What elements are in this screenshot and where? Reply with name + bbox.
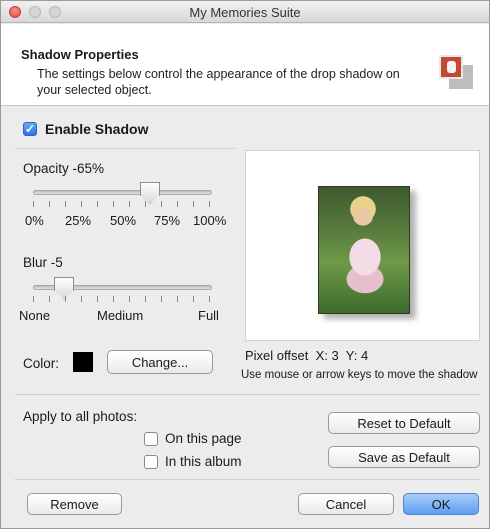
cancel-button[interactable]: Cancel <box>298 493 394 515</box>
change-color-button[interactable]: Change... <box>107 350 213 374</box>
shadow-properties-window: My Memories Suite Shadow Properties The … <box>0 0 490 529</box>
ok-button[interactable]: OK <box>403 493 479 515</box>
opacity-tick-75: 75% <box>154 213 181 228</box>
apply-to-all-label: Apply to all photos: <box>23 409 138 424</box>
opacity-tick-0: 0% <box>25 213 44 228</box>
divider <box>15 394 480 395</box>
blur-label: Blur -5 <box>23 255 63 270</box>
offset-x-label: X: <box>315 348 328 363</box>
in-this-album-option[interactable]: In this album <box>144 454 242 469</box>
enable-shadow-label: Enable Shadow <box>45 121 149 137</box>
header-panel: Shadow Properties The settings below con… <box>1 24 489 106</box>
blur-tick-none: None <box>19 308 51 323</box>
divider <box>15 479 480 480</box>
in-this-album-label: In this album <box>165 454 242 469</box>
header-description: The settings below control the appearanc… <box>37 67 400 97</box>
blur-ticks <box>33 296 233 303</box>
blur-tick-full: Full <box>198 308 219 323</box>
shadow-photo-icon <box>439 55 473 89</box>
divider <box>15 148 235 149</box>
opacity-ticks <box>33 201 233 208</box>
on-this-page-option[interactable]: On this page <box>144 431 242 446</box>
opacity-label: Opacity -65% <box>23 161 105 176</box>
window-title: My Memories Suite <box>189 5 301 20</box>
offset-y-value: 4 <box>360 348 369 363</box>
blur-tick-medium: Medium <box>97 308 144 323</box>
in-this-album-checkbox[interactable] <box>144 454 158 469</box>
opacity-tick-100: 100% <box>193 213 227 228</box>
reset-to-default-button[interactable]: Reset to Default <box>328 412 480 434</box>
opacity-tick-25: 25% <box>65 213 92 228</box>
title-bar[interactable]: My Memories Suite <box>1 1 489 23</box>
color-label: Color: <box>23 356 60 371</box>
pixel-offset-label: Pixel offset <box>245 348 309 363</box>
shadow-preview[interactable] <box>245 150 480 341</box>
offset-x-value: 3 <box>331 348 339 363</box>
on-this-page-label: On this page <box>165 431 242 446</box>
enable-shadow-checkbox[interactable]: ✓ Enable Shadow <box>23 121 148 137</box>
opacity-tick-50: 50% <box>110 213 137 228</box>
remove-button[interactable]: Remove <box>27 493 122 515</box>
checkmark-icon[interactable]: ✓ <box>23 122 37 136</box>
offset-y-label: Y: <box>345 348 358 363</box>
on-this-page-checkbox[interactable] <box>144 431 158 446</box>
pixel-offset-readout: Pixel offset X: 3 Y: 4 <box>245 348 368 363</box>
move-shadow-hint: Use mouse or arrow keys to move the shad… <box>241 369 478 381</box>
opacity-slider-track[interactable] <box>33 190 212 195</box>
preview-photo[interactable] <box>318 186 410 314</box>
header-title: Shadow Properties <box>21 47 139 62</box>
save-as-default-button[interactable]: Save as Default <box>328 446 480 468</box>
color-swatch[interactable] <box>73 352 93 372</box>
